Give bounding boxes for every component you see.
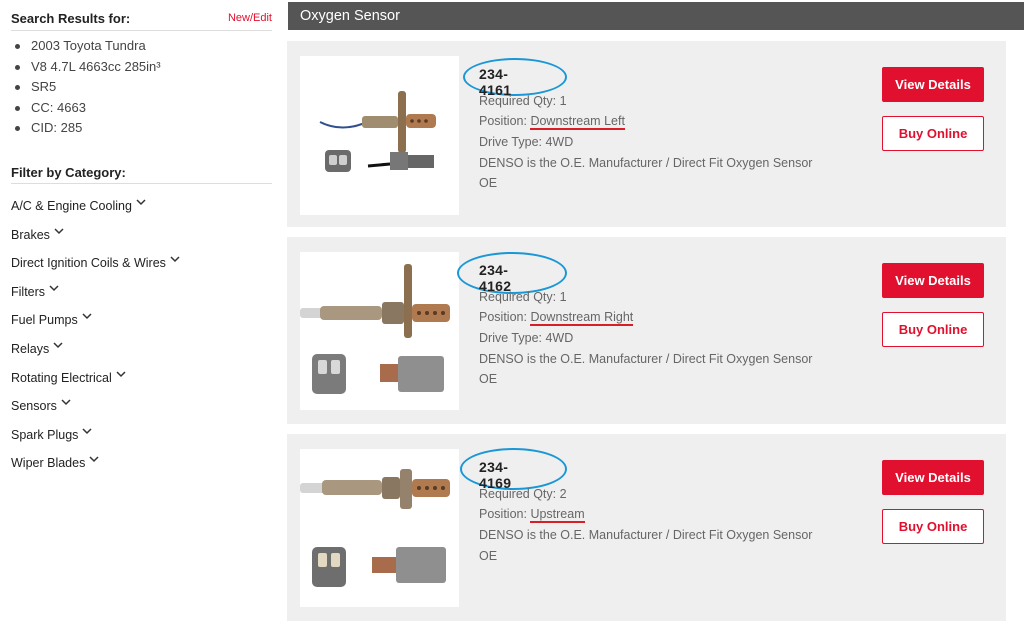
position: Position: Downstream Left [479, 114, 625, 130]
chevron-down-icon [49, 285, 59, 291]
oxygen-sensor-image [300, 264, 450, 394]
category-ac-engine-cooling[interactable]: A/C & Engine Cooling [11, 196, 180, 225]
chevron-down-icon [54, 228, 64, 234]
required-qty: Required Qty: 1 [479, 290, 567, 304]
highlight-circle [460, 448, 567, 490]
label: Required Qty: [479, 290, 557, 304]
label: Position: [479, 310, 527, 324]
vehicle-detail-item: CID: 285 [11, 118, 161, 139]
category-fuel-pumps[interactable]: Fuel Pumps [11, 310, 180, 339]
value: 2 [559, 487, 567, 501]
product-card: 234-4162 Required Qty: 1 Position: Downs… [287, 237, 1006, 424]
buy-online-button[interactable]: Buy Online [882, 116, 984, 151]
label: Required Qty: [479, 487, 557, 501]
buy-online-button[interactable]: Buy Online [882, 509, 984, 544]
category-brakes[interactable]: Brakes [11, 225, 180, 254]
view-details-button[interactable]: View Details [882, 460, 984, 495]
label: Required Qty: [479, 94, 557, 108]
chevron-down-icon [53, 342, 63, 349]
label: Position: [479, 507, 527, 521]
description: DENSO is the O.E. Manufacturer / Direct … [479, 528, 813, 542]
category-ignition-coils[interactable]: Direct Ignition Coils & Wires [11, 253, 180, 282]
view-details-button[interactable]: View Details [882, 263, 984, 298]
buy-online-button[interactable]: Buy Online [882, 312, 984, 347]
product-card: 234-4169 Required Qty: 2 Position: Upstr… [287, 434, 1006, 621]
position-value: Downstream Left [530, 114, 625, 130]
chevron-down-icon [170, 256, 180, 263]
new-edit-link[interactable]: New/Edit [228, 12, 272, 24]
drive-type: Drive Type: 4WD [479, 331, 573, 345]
category-label: Wiper Blades [11, 456, 86, 471]
value: 4WD [545, 135, 574, 149]
chevron-down-icon [136, 199, 146, 206]
product-card: 234-4161 Required Qty: 1 Position: Downs… [287, 41, 1006, 227]
required-qty: Required Qty: 1 [479, 94, 567, 108]
category-label: Filters [11, 284, 46, 299]
label: Drive Type: [479, 331, 542, 345]
chevron-down-icon [61, 399, 71, 406]
position: Position: Downstream Right [479, 310, 634, 326]
category-label: Brakes [11, 227, 50, 242]
value: 4WD [545, 331, 574, 345]
vehicle-detail-item: 2003 Toyota Tundra [11, 36, 161, 57]
category-label: Direct Ignition Coils & Wires [11, 256, 166, 271]
product-type: OE [479, 549, 498, 563]
filter-by-category-title: Filter by Category: [11, 165, 272, 184]
search-results-title: Search Results for: [11, 11, 131, 26]
drive-type: Drive Type: 4WD [479, 135, 573, 149]
vehicle-detail-item: SR5 [11, 77, 161, 98]
value: 1 [559, 94, 567, 108]
chevron-down-icon [89, 456, 99, 463]
category-rotating-electrical[interactable]: Rotating Electrical [11, 368, 180, 397]
category-filters[interactable]: Filters [11, 282, 180, 311]
highlight-circle [457, 252, 567, 294]
vehicle-detail-item: CC: 4663 [11, 98, 161, 119]
label: Position: [479, 114, 527, 128]
product-image[interactable] [300, 56, 459, 215]
category-list: A/C & Engine Cooling Brakes Direct Ignit… [11, 196, 180, 482]
category-label: Fuel Pumps [11, 313, 78, 328]
category-spark-plugs[interactable]: Spark Plugs [11, 425, 180, 454]
section-header: Oxygen Sensor [288, 2, 1024, 30]
category-label: A/C & Engine Cooling [11, 199, 132, 213]
description: DENSO is the O.E. Manufacturer / Direct … [479, 352, 813, 366]
value: 1 [559, 290, 567, 304]
product-type: OE [479, 176, 498, 190]
category-wiper-blades[interactable]: Wiper Blades [11, 453, 180, 482]
vehicle-details-list: 2003 Toyota Tundra V8 4.7L 4663cc 285in³… [11, 36, 161, 139]
label: Drive Type: [479, 135, 542, 149]
required-qty: Required Qty: 2 [479, 487, 567, 501]
product-type: OE [479, 372, 498, 386]
position-value: Downstream Right [530, 310, 634, 326]
product-image[interactable] [300, 252, 459, 410]
sidebar: Search Results for: New/Edit 2003 Toyota… [0, 0, 272, 627]
oxygen-sensor-image [300, 469, 450, 587]
category-relays[interactable]: Relays [11, 339, 180, 368]
chevron-down-icon [82, 428, 92, 434]
category-label: Sensors [11, 399, 57, 414]
category-sensors[interactable]: Sensors [11, 396, 180, 425]
product-image[interactable] [300, 449, 459, 607]
section-title: Oxygen Sensor [300, 8, 400, 24]
category-label: Rotating Electrical [11, 370, 112, 385]
vehicle-detail-item: V8 4.7L 4663cc 285in³ [11, 57, 161, 78]
oxygen-sensor-image [319, 91, 436, 172]
chevron-down-icon [82, 313, 92, 320]
category-label: Relays [11, 341, 50, 356]
position-value: Upstream [530, 507, 585, 523]
search-results-header: Search Results for: New/Edit [11, 10, 272, 31]
view-details-button[interactable]: View Details [882, 67, 984, 102]
position: Position: Upstream [479, 507, 585, 523]
chevron-down-icon [116, 371, 126, 377]
category-label: Spark Plugs [11, 427, 79, 442]
description: DENSO is the O.E. Manufacturer / Direct … [479, 156, 813, 170]
